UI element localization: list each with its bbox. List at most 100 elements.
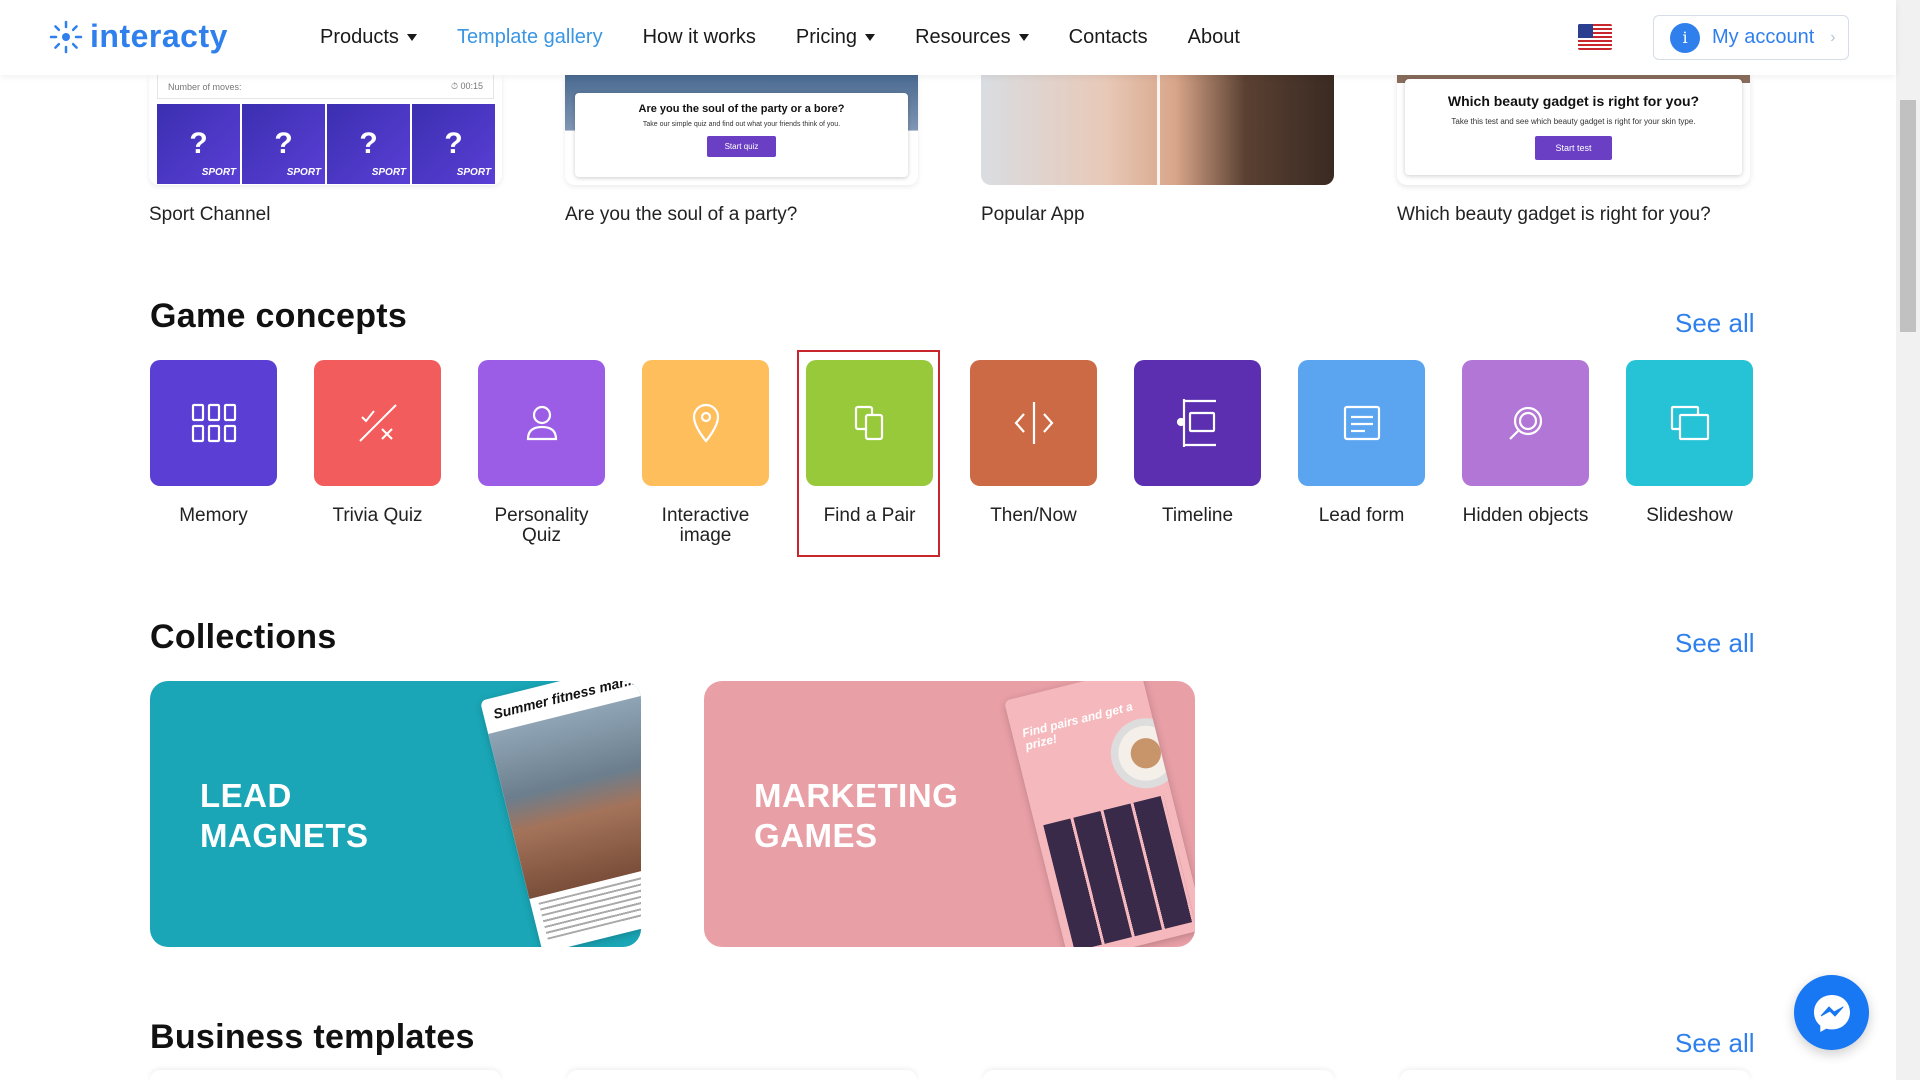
- business-templates-row: [150, 1070, 1750, 1080]
- template-card-sport-channel[interactable]: Number of moves: ⏱ 00:15 ? SPORT ? SPORT ?…: [149, 75, 502, 185]
- business-template-card[interactable]: [150, 1070, 501, 1080]
- nav-pricing-label: Pricing: [795, 26, 858, 48]
- template-label-sport-channel[interactable]: Sport Channel: [149, 204, 270, 226]
- concept-label: Trivia Quiz: [332, 505, 423, 526]
- concept-tile: [1462, 360, 1589, 486]
- my-account-button[interactable]: i My account ›: [1653, 15, 1849, 60]
- collection-title-line: LEAD: [200, 777, 292, 814]
- nav-about[interactable]: About: [1188, 26, 1240, 49]
- collections-title: Collections: [150, 618, 337, 656]
- concept-lead-form[interactable]: Lead form: [1298, 360, 1425, 526]
- collection-title-line: GAMES: [754, 817, 878, 854]
- concept-personality-quiz[interactable]: Personality Quiz: [478, 360, 605, 546]
- check-cross-icon: [358, 404, 397, 442]
- concept-hidden-objects[interactable]: Hidden objects: [1462, 360, 1589, 526]
- business-template-card[interactable]: [983, 1070, 1334, 1080]
- page-scrollbar[interactable]: [1896, 0, 1920, 1080]
- preview-photo: [488, 688, 641, 899]
- tile-mark: ?: [274, 127, 293, 160]
- nav-contacts[interactable]: Contacts: [1069, 26, 1148, 49]
- concept-tile: [1134, 360, 1261, 486]
- memory-tile: ? SPORT: [157, 104, 240, 184]
- nav-products[interactable]: Products: [320, 26, 417, 49]
- site-header: interacty Products Template gallery How …: [0, 0, 1896, 75]
- concept-tile: [314, 360, 441, 486]
- quiz-preview-panel: Are you the soul of the party or a bore?…: [575, 93, 908, 177]
- nav-contacts-label: Contacts: [1068, 26, 1148, 48]
- concept-trivia-quiz[interactable]: Trivia Quiz: [314, 360, 441, 526]
- business-templates-title: Business templates: [150, 1018, 475, 1056]
- business-template-card[interactable]: [566, 1070, 917, 1080]
- collection-lead-magnets[interactable]: LEAD MAGNETS Summer fitness mar...: [150, 681, 641, 947]
- template-card-beauty-gadget[interactable]: Which beauty gadget is right for you? Ta…: [1397, 75, 1750, 185]
- lead-magnet-preview: Summer fitness mar...: [480, 681, 641, 947]
- messenger-chat-button[interactable]: [1794, 975, 1869, 1050]
- concept-memory[interactable]: Memory: [150, 360, 277, 526]
- before-after-divider: [1157, 75, 1160, 185]
- concept-label: Personality Quiz: [494, 505, 589, 546]
- nav-resources[interactable]: Resources: [915, 26, 1029, 49]
- logo[interactable]: interacty: [48, 18, 228, 55]
- concept-label: Slideshow: [1646, 505, 1733, 526]
- memory-tile: ? SPORT: [412, 104, 495, 184]
- timeline-icon: [1176, 399, 1216, 447]
- template-label-beauty-gadget[interactable]: Which beauty gadget is right for you?: [1397, 204, 1711, 226]
- concept-timeline[interactable]: Timeline: [1134, 360, 1261, 526]
- moves-bar: Number of moves: ⏱ 00:15: [157, 75, 494, 99]
- template-label-soul-of-party[interactable]: Are you the soul of a party?: [565, 204, 797, 226]
- concept-label: Memory: [179, 505, 248, 526]
- marketing-game-preview: Find pairs and get a prize!: [1004, 681, 1195, 947]
- concept-label: Timeline: [1161, 505, 1234, 526]
- my-account-label: My account: [1712, 26, 1815, 48]
- us-flag-icon[interactable]: [1578, 24, 1612, 50]
- preview-game-grid: [1043, 795, 1195, 947]
- concept-slideshow[interactable]: Slideshow: [1626, 360, 1753, 526]
- nav-template-gallery-label: Template gallery: [456, 26, 603, 48]
- slides-icon: [1670, 405, 1709, 441]
- form-icon: [1343, 405, 1380, 441]
- quiz-preview-subtitle: Take our simple quiz and find out what y…: [642, 121, 841, 128]
- logo-text: interacty: [90, 18, 228, 54]
- concept-interactive-image[interactable]: Interactive image: [642, 360, 769, 546]
- timer: ⏱ 00:15: [450, 81, 483, 91]
- concept-label: Then/Now: [990, 505, 1077, 526]
- quiz-preview-title: Which beauty gadget is right for you?: [1447, 93, 1700, 109]
- split-arrows-icon: [1014, 402, 1053, 444]
- tile-mark: ?: [359, 127, 378, 160]
- collection-title-line: MARKETING: [754, 777, 959, 814]
- business-templates-see-all-link[interactable]: See all: [1675, 1028, 1755, 1059]
- grid-icon: [191, 403, 236, 443]
- quiz-preview-title: Are you the soul of the party or a bore?: [638, 103, 845, 115]
- messenger-icon: [1813, 994, 1850, 1032]
- tile-mark: ?: [444, 127, 463, 160]
- template-card-soul-of-party[interactable]: Are you the soul of the party or a bore?…: [565, 75, 918, 185]
- game-concepts-title: Game concepts: [150, 297, 408, 335]
- memory-tile: ? SPORT: [242, 104, 325, 184]
- nav-about-label: About: [1187, 26, 1240, 48]
- scrollbar-thumb[interactable]: [1900, 100, 1916, 332]
- collection-title: LEAD MAGNETS: [200, 776, 369, 856]
- map-pin-icon: [692, 403, 719, 443]
- collection-marketing-games[interactable]: MARKETING GAMES Find pairs and get a pri…: [704, 681, 1195, 947]
- collections-see-all-link[interactable]: See all: [1675, 628, 1755, 659]
- template-label-popular-app[interactable]: Popular App: [981, 204, 1085, 226]
- business-template-card[interactable]: [1399, 1070, 1750, 1080]
- nav-how-it-works[interactable]: How it works: [643, 26, 756, 49]
- tile-brand: SPORT: [201, 167, 236, 178]
- concept-tile: [642, 360, 769, 486]
- concept-label: Lead form: [1318, 505, 1405, 526]
- game-concepts-see-all-link[interactable]: See all: [1675, 308, 1755, 339]
- nav-pricing[interactable]: Pricing: [795, 26, 876, 49]
- nav-how-it-works-label: How it works: [642, 26, 756, 48]
- account-info-icon: i: [1670, 22, 1700, 53]
- logo-icon: [49, 20, 83, 53]
- template-card-popular-app[interactable]: [981, 75, 1334, 185]
- concept-label: Interactive image: [661, 505, 750, 546]
- nav-template-gallery[interactable]: Template gallery: [457, 26, 603, 49]
- tile-mark: ?: [189, 127, 208, 160]
- concept-label: Hidden objects: [1462, 505, 1589, 526]
- concept-then-now[interactable]: Then/Now: [970, 360, 1097, 526]
- caret-down-icon: [865, 34, 876, 41]
- start-quiz-button: Start quiz: [706, 136, 777, 157]
- selection-highlight: [797, 350, 940, 557]
